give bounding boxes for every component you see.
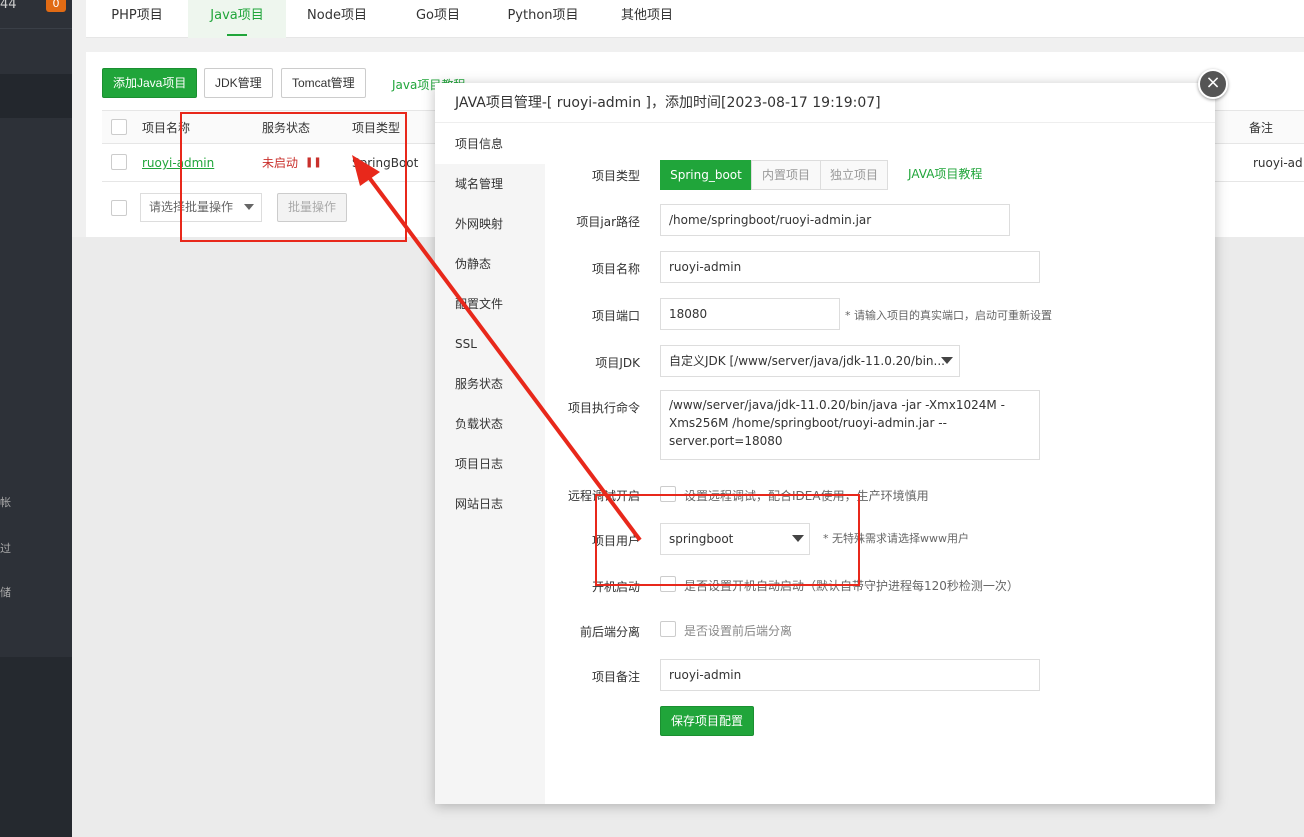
nav-domain[interactable]: 域名管理 xyxy=(435,164,545,204)
sidebar-label-fragment[interactable]: 储 xyxy=(0,584,11,600)
sidebar-bottom xyxy=(0,657,72,837)
tab-java[interactable]: Java项目 xyxy=(188,0,286,38)
tab-python[interactable]: Python项目 xyxy=(488,0,598,38)
chevron-down-icon xyxy=(941,357,953,364)
sidebar-count: 44 xyxy=(0,0,17,12)
project-tabs: PHP项目 Java项目 Node项目 Go项目 Python项目 其他项目 xyxy=(86,0,1304,38)
modal-title: JAVA项目管理-[ ruoyi-admin ]，添加时间[2023-08-17… xyxy=(435,83,1215,123)
sidebar-label-fragment[interactable]: 帐 xyxy=(0,494,11,510)
annotation-box-table xyxy=(180,112,407,242)
project-name-label: 项目名称 xyxy=(591,262,640,276)
nav-service-status[interactable]: 服务状态 xyxy=(435,364,545,404)
nav-load-status[interactable]: 负载状态 xyxy=(435,404,545,444)
sidebar-label-fragment[interactable]: 过 xyxy=(0,540,11,556)
project-type-label: 项目类型 xyxy=(591,169,640,183)
jar-path-label: 项目jar路径 xyxy=(576,215,640,229)
nav-ssl[interactable]: SSL xyxy=(435,324,545,364)
tab-go[interactable]: Go项目 xyxy=(388,0,488,38)
project-jdk-select[interactable]: 自定义JDK [/www/server/java/jdk-11.0.20/bin… xyxy=(660,345,960,377)
modal-nav: 项目信息 域名管理 外网映射 伪静态 配置文件 SSL 服务状态 负载状态 项目… xyxy=(435,124,545,804)
col-remark[interactable]: 备注 xyxy=(1249,111,1273,145)
tab-other[interactable]: 其他项目 xyxy=(598,0,696,38)
save-config-button[interactable]: 保存项目配置 xyxy=(660,706,754,736)
nav-config-file[interactable]: 配置文件 xyxy=(435,284,545,324)
project-port-input[interactable]: 18080 xyxy=(660,298,840,330)
sidebar-item-active[interactable] xyxy=(0,74,72,118)
port-hint: * 请输入项目的真实端口，启动可重新设置 xyxy=(845,309,1052,322)
add-java-project-button[interactable]: 添加Java项目 xyxy=(102,68,198,98)
nav-rewrite[interactable]: 伪静态 xyxy=(435,244,545,284)
tab-node[interactable]: Node项目 xyxy=(286,0,388,38)
type-builtin-option[interactable]: 内置项目 xyxy=(751,160,821,190)
close-icon[interactable]: × xyxy=(1198,69,1228,99)
jar-path-input[interactable]: /home/springboot/ruoyi-admin.jar xyxy=(660,204,1010,236)
tab-php[interactable]: PHP项目 xyxy=(86,0,188,38)
project-name-input[interactable]: ruoyi-admin xyxy=(660,251,1040,283)
tomcat-manage-button[interactable]: Tomcat管理 xyxy=(281,68,366,98)
select-all-checkbox[interactable] xyxy=(111,119,127,135)
project-remark-input[interactable]: ruoyi-admin xyxy=(660,659,1040,691)
sidebar-divider xyxy=(0,28,72,29)
project-port-label: 项目端口 xyxy=(591,309,640,323)
type-standalone-option[interactable]: 独立项目 xyxy=(820,160,888,190)
jdk-manage-button[interactable]: JDK管理 xyxy=(204,68,273,98)
exec-command-textarea[interactable]: /www/server/java/jdk-11.0.20/bin/java -j… xyxy=(660,390,1040,460)
exec-command-label: 项目执行命令 xyxy=(567,401,640,415)
batch-checkbox[interactable] xyxy=(111,200,127,216)
java-tutorial-link[interactable]: JAVA项目教程 xyxy=(908,165,982,182)
project-modal: JAVA项目管理-[ ruoyi-admin ]，添加时间[2023-08-17… xyxy=(435,83,1215,804)
nav-site-log[interactable]: 网站日志 xyxy=(435,484,545,524)
frontend-split-checkbox[interactable] xyxy=(660,621,676,637)
nav-external-mapping[interactable]: 外网映射 xyxy=(435,204,545,244)
project-remark: ruoyi-ad xyxy=(1253,156,1303,170)
project-jdk-label: 项目JDK xyxy=(595,356,640,370)
annotation-box-user xyxy=(595,494,860,586)
frontend-split-label: 前后端分离 xyxy=(579,625,640,639)
nav-project-log[interactable]: 项目日志 xyxy=(435,444,545,484)
sidebar-badge: 0 xyxy=(46,0,66,12)
sidebar: 44 0 帐 过 储 xyxy=(0,0,72,837)
frontend-split-hint: 是否设置前后端分离 xyxy=(684,624,793,638)
type-springboot-option[interactable]: Spring_boot xyxy=(660,160,752,190)
nav-project-info[interactable]: 项目信息 xyxy=(435,124,545,164)
row-checkbox[interactable] xyxy=(111,154,127,170)
project-remark-label: 项目备注 xyxy=(591,670,640,684)
